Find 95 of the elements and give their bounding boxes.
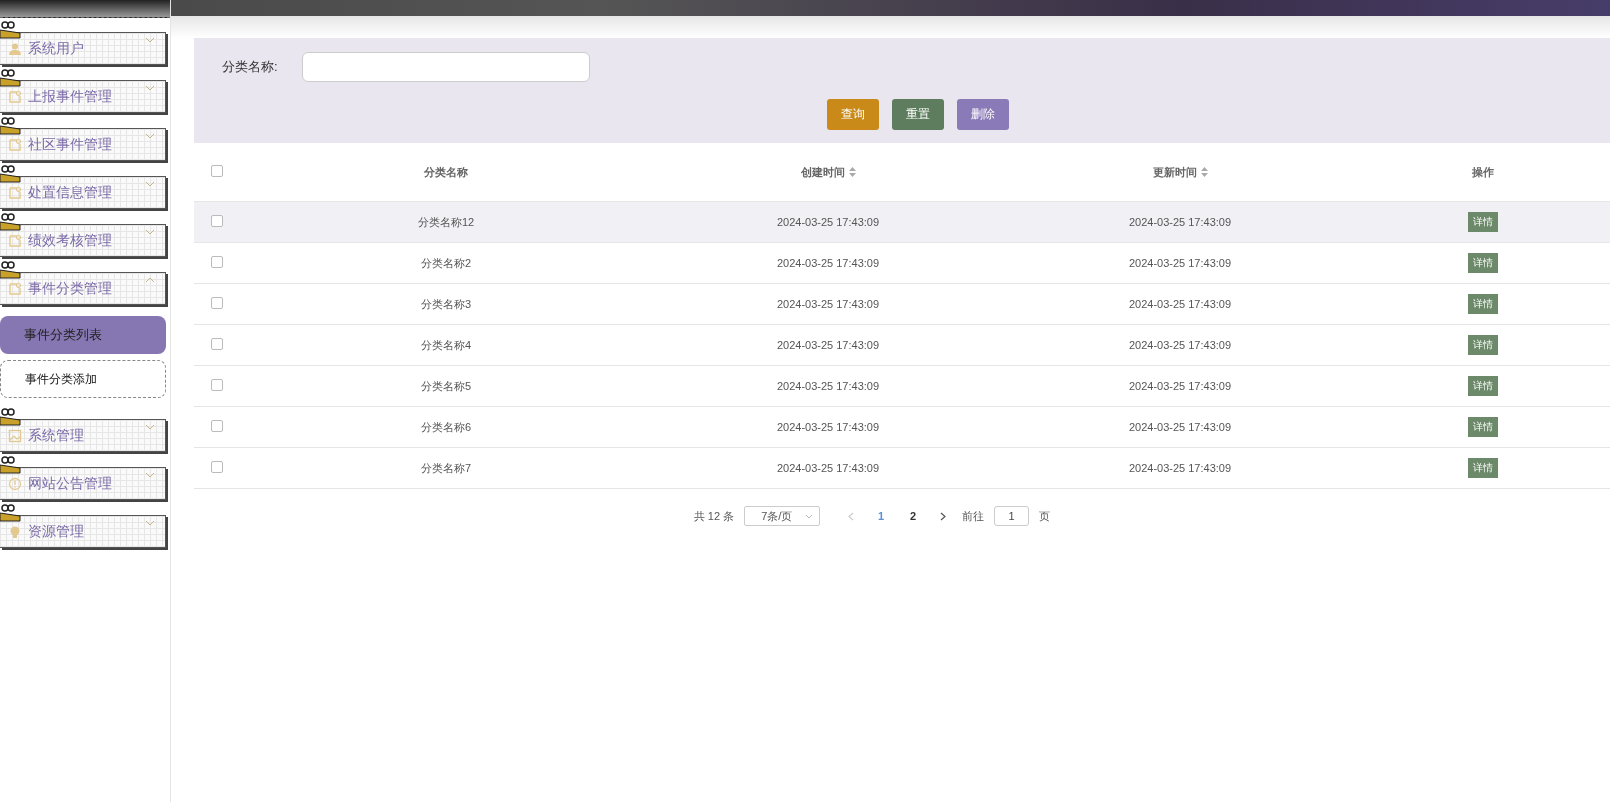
checkbox[interactable] bbox=[211, 215, 223, 227]
page-button[interactable]: 1 bbox=[870, 509, 893, 523]
caret-icon bbox=[145, 277, 155, 283]
column-header: 创建时间 bbox=[800, 164, 845, 180]
binder-clip-icon bbox=[0, 117, 22, 135]
sort-icon[interactable] bbox=[1200, 167, 1208, 177]
column-header: 更新时间 bbox=[1152, 164, 1197, 180]
prev-icon[interactable] bbox=[848, 511, 855, 521]
caret-icon bbox=[145, 424, 155, 430]
menu-item[interactable]: 上报事件管理 bbox=[0, 80, 166, 113]
menu-icon bbox=[8, 524, 22, 539]
table-cell: 分类名称7 bbox=[240, 447, 652, 489]
table-cell: 2024-03-25 17:43:09 bbox=[1004, 324, 1356, 366]
binder-clip-icon bbox=[0, 408, 22, 426]
menu-item[interactable]: 系统管理 bbox=[0, 419, 166, 452]
table-cell: 2024-03-25 17:43:09 bbox=[1004, 406, 1356, 448]
caret-icon bbox=[145, 520, 155, 526]
total-count: 共 12 条 bbox=[693, 508, 735, 524]
details-button[interactable]: 详情 bbox=[1468, 294, 1498, 314]
field-label: 分类名称: bbox=[222, 58, 278, 76]
binder-clip-icon bbox=[0, 456, 22, 474]
table-cell: 2024-03-25 17:43:09 bbox=[652, 406, 1004, 448]
page-input[interactable]: 1 bbox=[994, 506, 1030, 526]
table-cell: 分类名称5 bbox=[240, 365, 652, 407]
table-cell: 2024-03-25 17:43:09 bbox=[652, 324, 1004, 366]
table-cell: 2024-03-25 17:43:09 bbox=[652, 365, 1004, 407]
menu-item[interactable]: 处置信息管理 bbox=[0, 176, 166, 209]
caret-icon bbox=[145, 472, 155, 478]
menu-icon bbox=[8, 428, 22, 443]
menu-icon bbox=[8, 185, 22, 200]
menu-item[interactable]: 网站公告管理 bbox=[0, 467, 166, 500]
checkbox[interactable] bbox=[211, 461, 223, 473]
checkbox[interactable] bbox=[211, 256, 223, 268]
column-header: 操作 bbox=[1472, 164, 1494, 180]
details-button[interactable]: 详情 bbox=[1468, 212, 1498, 232]
binder-clip-icon bbox=[0, 69, 22, 87]
details-button[interactable]: 详情 bbox=[1468, 253, 1498, 273]
reset-button[interactable]: 重置 bbox=[892, 99, 944, 130]
menu-icon bbox=[8, 41, 22, 56]
input-field[interactable] bbox=[301, 52, 590, 82]
caret-icon bbox=[145, 229, 155, 235]
binder-clip-icon bbox=[0, 504, 22, 522]
menu-item[interactable]: 系统用户 bbox=[0, 32, 166, 65]
table-cell: 2024-03-25 17:43:09 bbox=[1004, 283, 1356, 325]
submenu-item[interactable]: 事件分类列表 bbox=[0, 316, 166, 354]
details-button[interactable]: 详情 bbox=[1468, 417, 1498, 437]
menu-item[interactable]: 社区事件管理 bbox=[0, 128, 166, 161]
column-header: 分类名称 bbox=[424, 164, 468, 180]
sort-icon[interactable] bbox=[848, 167, 856, 177]
table-cell: 分类名称2 bbox=[240, 242, 652, 284]
menu-icon bbox=[8, 89, 22, 104]
delete-button[interactable]: 删除 bbox=[957, 99, 1009, 130]
binder-clip-icon bbox=[0, 21, 22, 39]
menu-icon bbox=[8, 476, 22, 491]
table-cell: 分类名称3 bbox=[240, 283, 652, 325]
table-cell: 分类名称12 bbox=[240, 201, 652, 243]
menu-icon bbox=[8, 233, 22, 248]
page-label: 页 bbox=[1039, 508, 1051, 524]
table-cell: 2024-03-25 17:43:09 bbox=[1004, 447, 1356, 489]
checkbox[interactable] bbox=[211, 338, 223, 350]
next-icon[interactable] bbox=[940, 511, 947, 521]
details-button[interactable]: 详情 bbox=[1468, 458, 1498, 478]
caret-icon bbox=[145, 181, 155, 187]
menu-item[interactable]: 绩效考核管理 bbox=[0, 224, 166, 257]
checkbox[interactable] bbox=[211, 379, 223, 391]
menu-item[interactable]: 资源管理 bbox=[0, 515, 166, 548]
binder-clip-icon bbox=[0, 261, 22, 279]
checkbox[interactable] bbox=[211, 165, 223, 177]
details-button[interactable]: 详情 bbox=[1468, 376, 1498, 396]
caret-icon bbox=[805, 513, 814, 519]
menu-icon bbox=[8, 281, 22, 296]
submenu-item[interactable]: 事件分类添加 bbox=[0, 360, 166, 398]
goto-label: 前往 bbox=[962, 508, 985, 524]
page-size-select[interactable]: 7条/页 bbox=[744, 506, 821, 526]
table-cell: 2024-03-25 17:43:09 bbox=[1004, 365, 1356, 407]
table-cell: 2024-03-25 17:43:09 bbox=[652, 283, 1004, 325]
table-cell: 2024-03-25 17:43:09 bbox=[1004, 201, 1356, 243]
table-cell: 2024-03-25 17:43:09 bbox=[652, 242, 1004, 284]
caret-icon bbox=[145, 85, 155, 91]
binder-clip-icon bbox=[0, 213, 22, 231]
checkbox[interactable] bbox=[211, 420, 223, 432]
table-cell: 2024-03-25 17:43:09 bbox=[652, 201, 1004, 243]
details-button[interactable]: 详情 bbox=[1468, 335, 1498, 355]
table-cell: 分类名称4 bbox=[240, 324, 652, 366]
caret-icon bbox=[145, 133, 155, 139]
page-button[interactable]: 2 bbox=[902, 509, 925, 523]
menu-item[interactable]: 事件分类管理 bbox=[0, 272, 166, 305]
binder-clip-icon bbox=[0, 165, 22, 183]
menu-icon bbox=[8, 137, 22, 152]
query-button[interactable]: 查询 bbox=[827, 99, 879, 130]
caret-icon bbox=[145, 37, 155, 43]
table-cell: 分类名称6 bbox=[240, 406, 652, 448]
checkbox[interactable] bbox=[211, 297, 223, 309]
table-cell: 2024-03-25 17:43:09 bbox=[652, 447, 1004, 489]
table-cell: 2024-03-25 17:43:09 bbox=[1004, 242, 1356, 284]
